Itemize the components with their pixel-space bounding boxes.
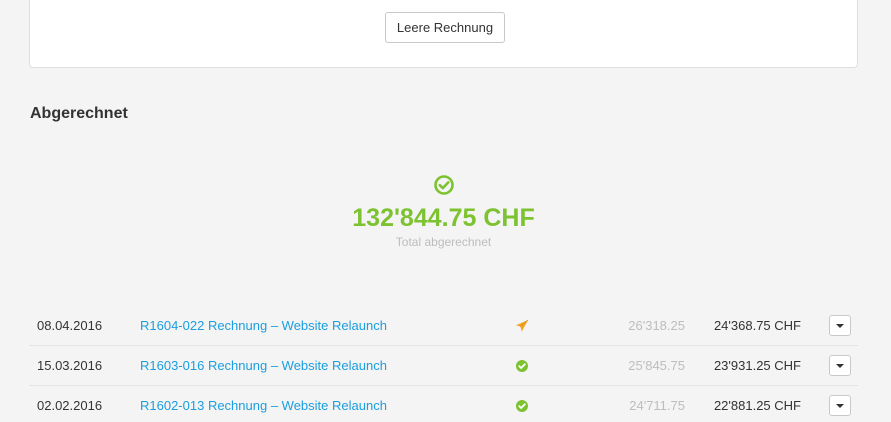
section-title: Abgerechnet [30,105,128,122]
invoice-net-amount: 23'931.25 CHF [713,358,801,373]
billing-page: Leere Rechnung Abgerechnet 132'844.75 CH… [0,0,891,422]
invoice-gross-amount: 25'845.75 [628,358,685,373]
invoice-actions-dropdown[interactable] [829,315,851,336]
invoice-row: 15.03.2016 R1603-016 Rechnung – Website … [29,346,858,386]
invoice-date: 08.04.2016 [37,318,103,333]
invoice-gross-amount: 24'711.75 [629,398,685,413]
invoice-date: 15.03.2016 [37,358,103,373]
invoice-row: 08.04.2016 R1604-022 Rechnung – Website … [29,306,858,346]
invoice-row: 02.02.2016 R1602-013 Rechnung – Website … [29,386,858,422]
paper-plane-icon [515,319,529,333]
invoice-actions-dropdown[interactable] [829,355,851,376]
invoice-title-link[interactable]: R1602-013 Rechnung – Website Relaunch [140,386,387,422]
invoice-list: 08.04.2016 R1604-022 Rechnung – Website … [29,306,858,422]
invoice-title-link[interactable]: R1603-016 Rechnung – Website Relaunch [140,346,387,385]
billed-summary: 132'844.75 CHF Total abgerechnet [29,174,858,249]
total-billed-amount: 132'844.75 CHF [352,204,535,232]
caret-down-icon [836,323,844,328]
check-circle-icon [515,359,529,373]
invoice-actions-dropdown[interactable] [829,395,851,416]
total-billed-label: Total abgerechnet [395,235,492,249]
invoice-gross-amount: 26'318.25 [628,318,685,333]
caret-down-icon [836,363,844,368]
new-invoice-card: Leere Rechnung [29,0,858,68]
invoice-net-amount: 22'881.25 CHF [713,398,801,413]
empty-invoice-button[interactable]: Leere Rechnung [385,12,505,43]
caret-down-icon [836,403,844,408]
check-circle-icon [515,399,529,413]
invoice-net-amount: 24'368.75 CHF [713,318,801,333]
invoice-date: 02.02.2016 [37,398,103,413]
check-circle-icon [433,174,455,196]
invoice-title-link[interactable]: R1604-022 Rechnung – Website Relaunch [140,306,387,345]
